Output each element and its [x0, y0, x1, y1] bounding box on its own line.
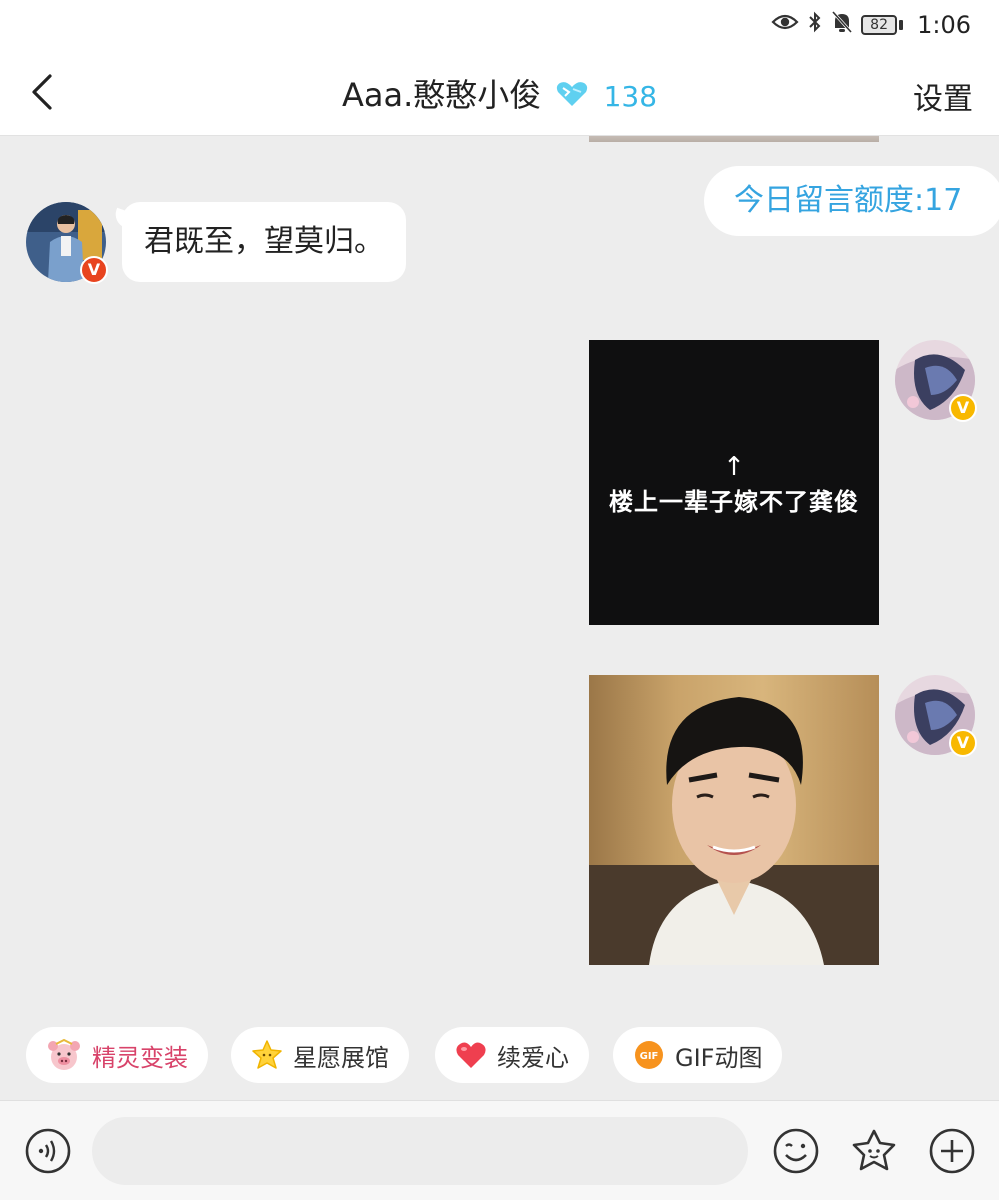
meme-arrow: ↑ [723, 452, 745, 482]
vip-badge-icon: V [949, 729, 977, 757]
chip-label: 精灵变装 [92, 1043, 188, 1072]
chip-label: GIF动图 [675, 1043, 763, 1072]
clock-time: 1:06 [917, 11, 971, 39]
chip-renew-heart[interactable]: 续爱心 [435, 1027, 589, 1083]
contact-name: Aaa.憨憨小俊 [341, 76, 542, 114]
message-input[interactable] [92, 1117, 748, 1185]
chip-label: 星愿展馆 [293, 1043, 389, 1072]
bluetooth-icon [807, 10, 823, 40]
diamond-heart-badge-icon [555, 78, 589, 116]
input-bar [0, 1100, 999, 1200]
emoji-button[interactable] [772, 1127, 820, 1175]
meme-caption: 楼上一辈子嫁不了龚俊 [609, 488, 859, 516]
chip-label: 续爱心 [497, 1043, 569, 1072]
star-icon [251, 1039, 283, 1071]
battery-icon: 82 [861, 15, 904, 35]
my-avatar[interactable]: V [895, 675, 977, 757]
status-bar: 82 1:06 [0, 0, 999, 52]
image-message-photo[interactable] [589, 675, 879, 965]
emoji-icon [773, 1128, 819, 1174]
my-avatar[interactable]: V [895, 340, 977, 422]
message-bubble[interactable]: 君既至，望莫归。 [122, 202, 406, 282]
previous-image-message[interactable] [589, 136, 879, 142]
voice-icon [25, 1128, 71, 1174]
plus-button[interactable] [928, 1127, 976, 1175]
vip-badge-icon: V [949, 394, 977, 422]
mute-bell-icon [831, 10, 853, 40]
chat-title: Aaa.憨憨小俊 138 [0, 70, 999, 116]
verified-badge-icon: V [80, 256, 108, 284]
chat-area[interactable]: 今日留言额度:17 V 君既至，望莫归。 ↑ 楼上一辈子嫁不了龚俊 V V [0, 136, 999, 1100]
chip-sprite-dressup[interactable]: 精灵变装 [26, 1027, 208, 1083]
chip-star-gallery[interactable]: 星愿展馆 [231, 1027, 409, 1083]
status-icons: 82 1:06 [771, 10, 971, 40]
plus-icon [929, 1128, 975, 1174]
contact-avatar[interactable]: V [26, 202, 108, 284]
pig-sprite-icon [46, 1038, 82, 1072]
message-quota-pill: 今日留言额度:17 [704, 166, 999, 236]
gif-icon: GIF [633, 1039, 665, 1071]
chip-gif[interactable]: GIF GIF动图 [613, 1027, 783, 1083]
settings-button[interactable]: 设置 [913, 74, 973, 118]
eye-icon [771, 12, 799, 38]
title-bar: Aaa.憨憨小俊 138 设置 [0, 52, 999, 136]
intimacy-count: 138 [603, 80, 658, 113]
sticker-button[interactable] [850, 1127, 898, 1175]
battery-level: 82 [861, 15, 898, 35]
svg-text:GIF: GIF [640, 1051, 659, 1062]
voice-button[interactable] [24, 1127, 72, 1175]
quick-action-bar: 精灵变装 星愿展馆 续爱心 GIF GIF动图 [0, 1020, 999, 1100]
heart-icon [455, 1040, 487, 1070]
image-message-meme[interactable]: ↑ 楼上一辈子嫁不了龚俊 [589, 340, 879, 625]
sticker-icon [852, 1129, 896, 1171]
